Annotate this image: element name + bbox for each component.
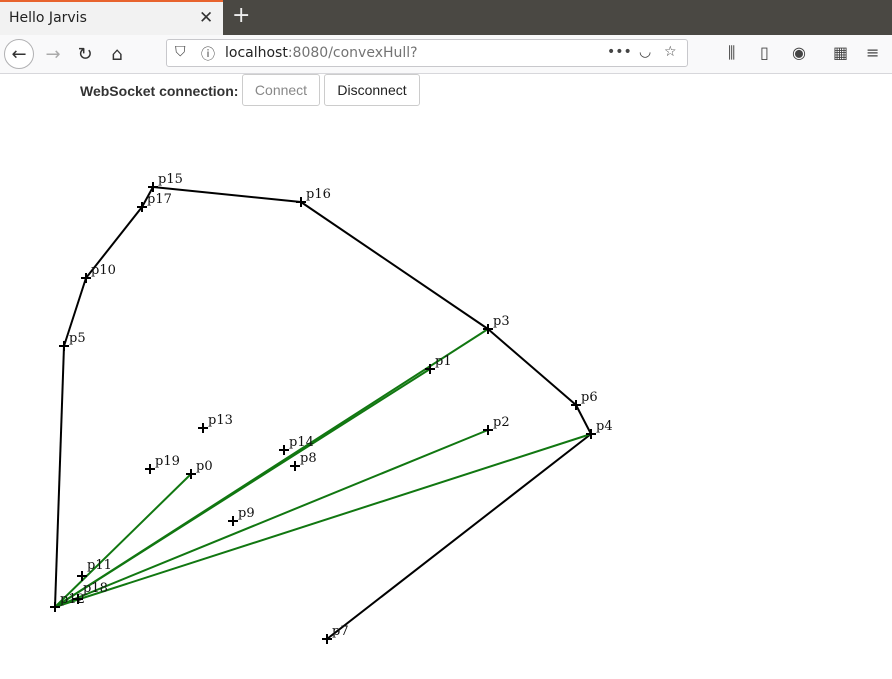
more-icon[interactable]: ••• (607, 44, 632, 60)
sidebar-icon[interactable]: ▯ (760, 43, 769, 62)
url-text[interactable]: localhost:8080/convexHull? (225, 45, 418, 61)
account-icon[interactable]: ◉ (792, 43, 806, 62)
extensions-icon[interactable]: ▦ (833, 43, 848, 62)
tab-active[interactable]: Hello Jarvis ✕ (0, 0, 223, 35)
url-path: :8080/convexHull? (287, 45, 418, 61)
new-tab-icon[interactable]: + (232, 3, 250, 28)
nav-toolbar: ← → ↻ ⌂ ⛉ ⓘ localhost:8080/convexHull? •… (0, 35, 892, 74)
back-icon[interactable]: ← (4, 39, 34, 69)
connect-button[interactable]: Connect (242, 74, 320, 106)
disconnect-button[interactable]: Disconnect (324, 74, 420, 106)
tab-title: Hello Jarvis (9, 10, 87, 26)
library-icon[interactable]: ⫼ (728, 43, 735, 63)
page-content: WebSocket connection: Connect Disconnect (0, 74, 892, 679)
tab-strip: Hello Jarvis ✕ + (0, 0, 892, 35)
forward-icon[interactable]: → (38, 39, 68, 69)
reload-icon[interactable]: ↻ (70, 39, 100, 69)
url-bar[interactable]: ⛉ ⓘ localhost:8080/convexHull? ••• ◡ ☆ (166, 39, 688, 67)
info-icon[interactable]: ⓘ (201, 44, 215, 64)
url-host: localhost (225, 45, 288, 61)
home-icon[interactable]: ⌂ (102, 39, 132, 69)
close-icon[interactable]: ✕ (199, 8, 213, 28)
menu-icon[interactable]: ≡ (866, 43, 879, 62)
shield-icon[interactable]: ⛉ (175, 44, 186, 60)
websocket-label: WebSocket connection: (80, 83, 239, 99)
star-icon[interactable]: ☆ (664, 44, 677, 60)
pocket-icon[interactable]: ◡ (639, 44, 651, 60)
